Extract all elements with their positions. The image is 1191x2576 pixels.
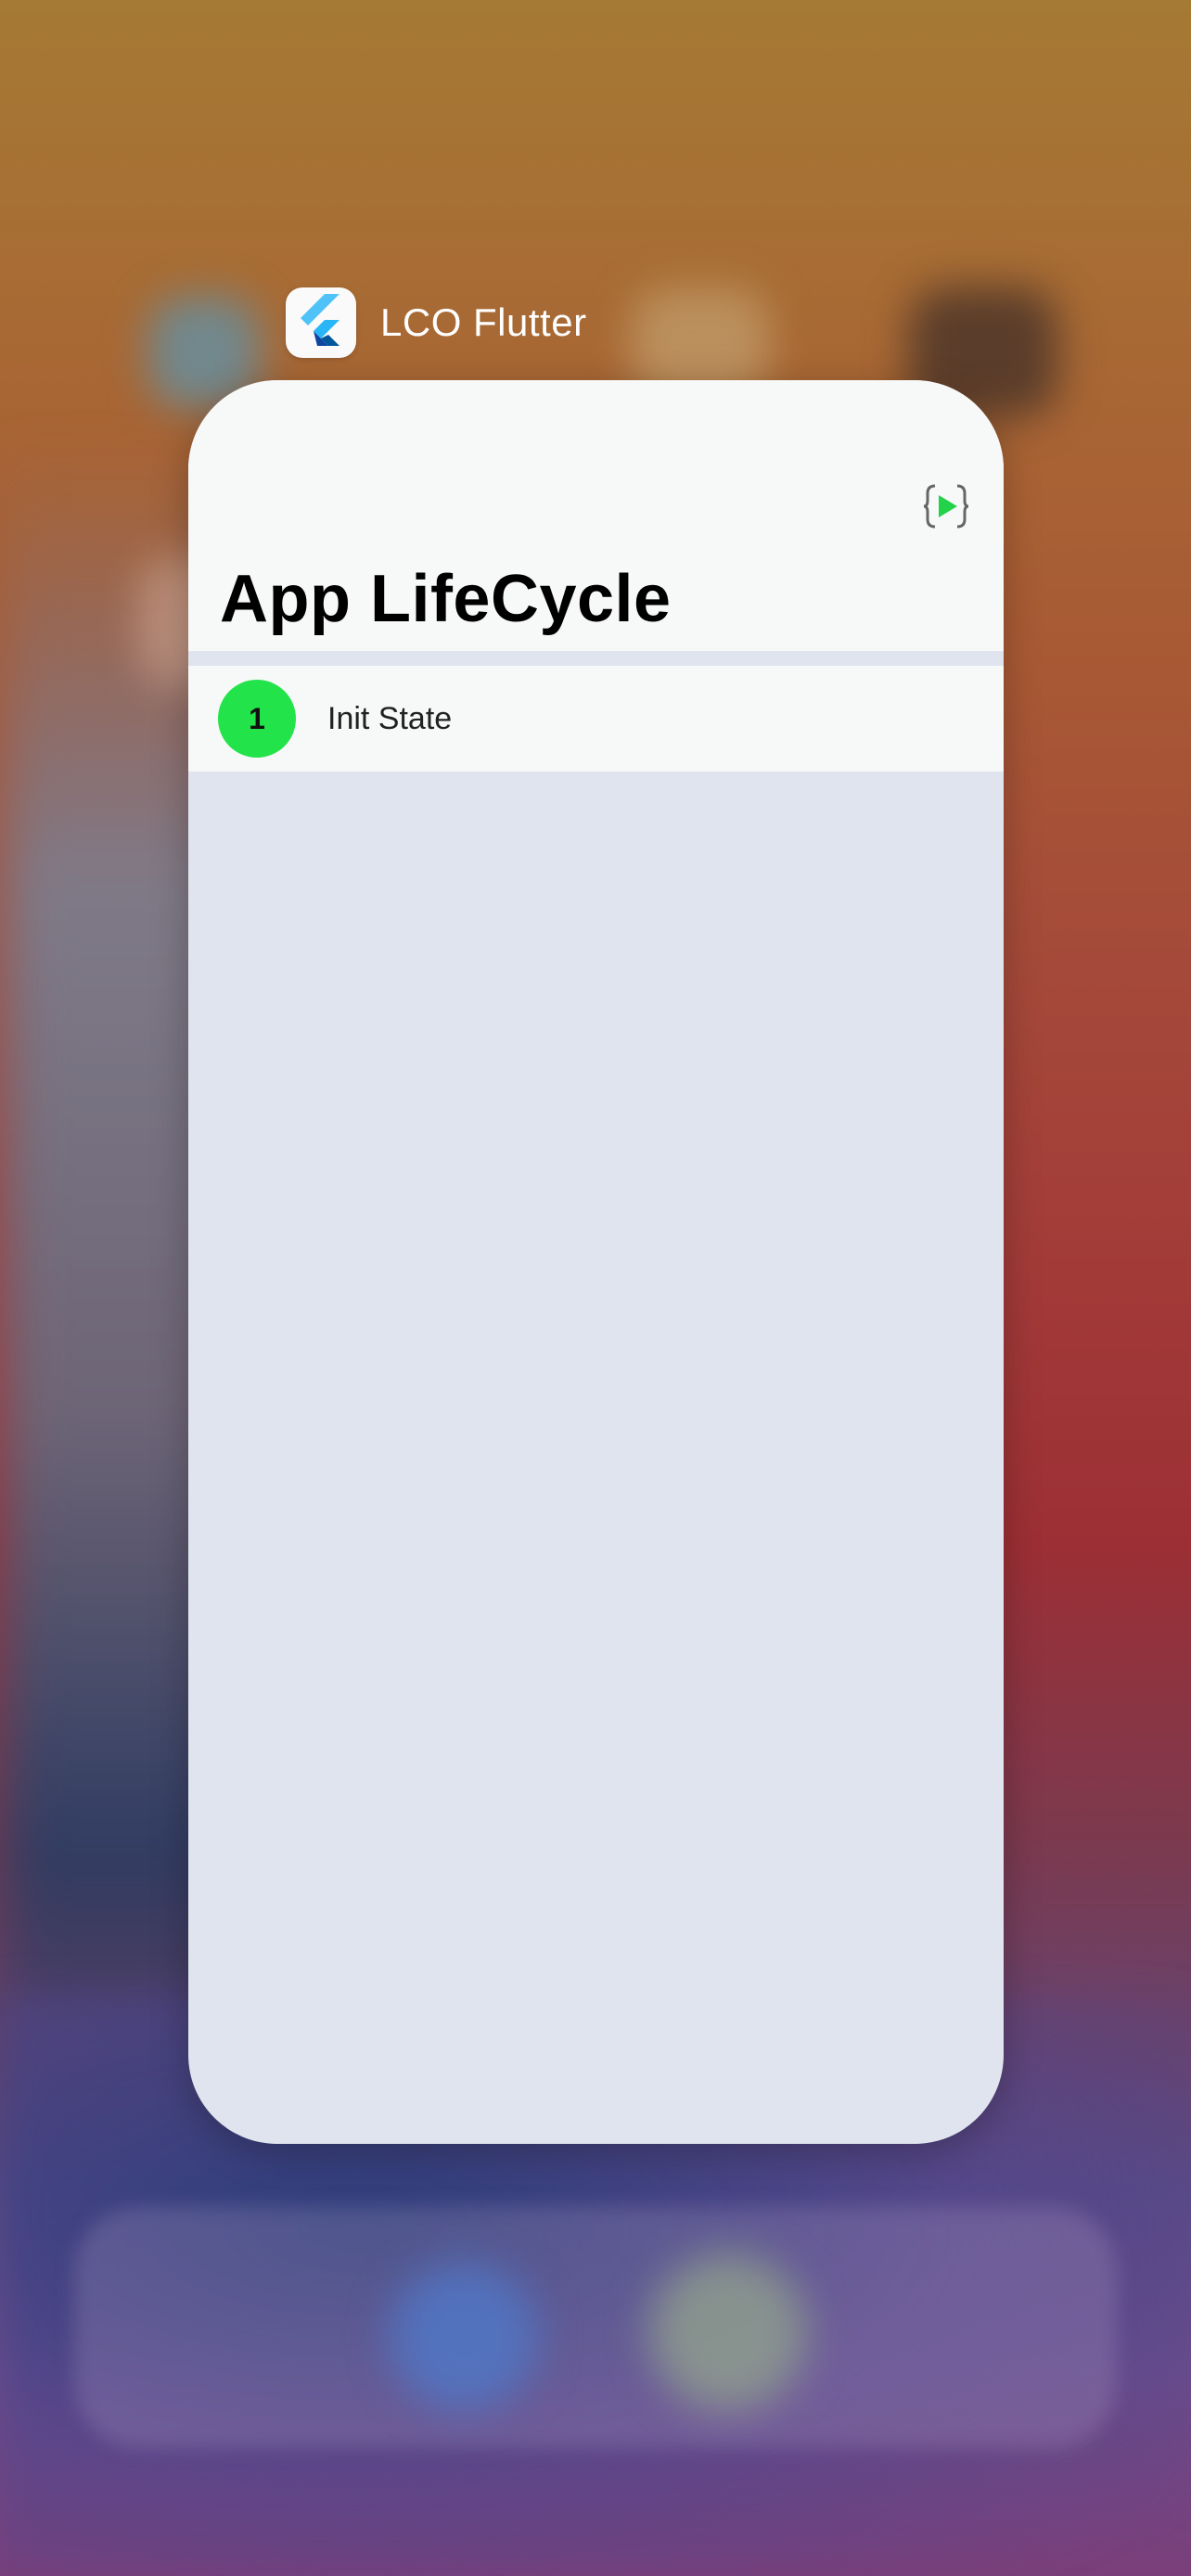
flutter-logo-icon: [286, 287, 356, 358]
app-preview-card[interactable]: App LifeCycle 1 Init State: [188, 380, 1004, 2144]
navigation-bar: App LifeCycle: [188, 380, 1004, 651]
blurred-dock-icon: [390, 2263, 538, 2411]
blurred-dock-icon: [649, 2253, 807, 2411]
braces-play-icon[interactable]: [922, 482, 970, 530]
divider: [188, 651, 1004, 666]
dock: [74, 2207, 1117, 2448]
page-title: App LifeCycle: [220, 562, 672, 636]
list-item-label: Init State: [327, 700, 453, 736]
count-badge: 1: [218, 680, 296, 758]
app-name: LCO Flutter: [380, 300, 587, 344]
app-switcher-header[interactable]: LCO Flutter: [286, 287, 587, 358]
list-item[interactable]: 1 Init State: [188, 666, 1004, 772]
